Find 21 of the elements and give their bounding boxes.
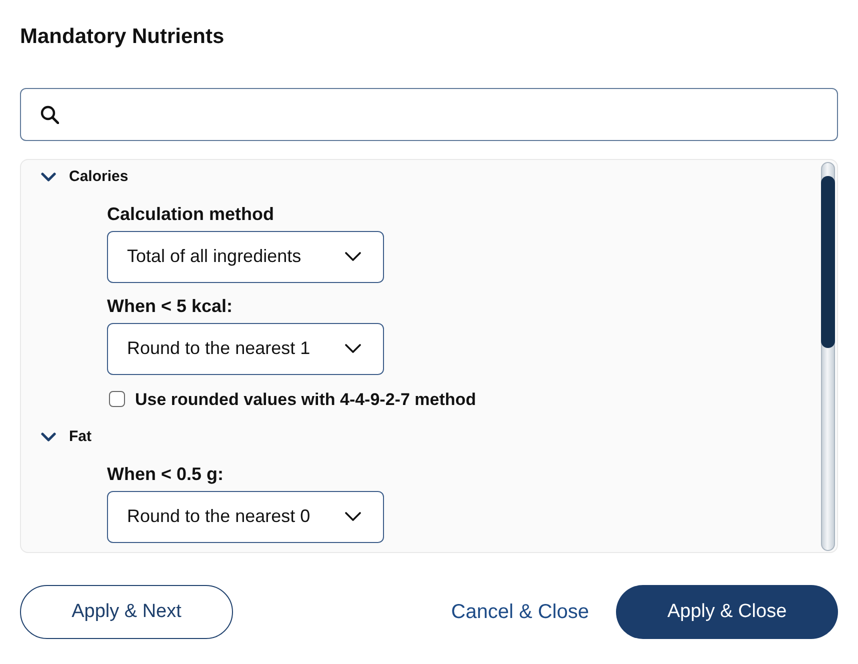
checkbox-label: Use rounded values with 4-4-9-2-7 method	[135, 388, 476, 410]
section-toggle[interactable]: Calories	[41, 164, 132, 190]
dropdown[interactable]: Round to the nearest 0	[107, 490, 384, 542]
cancel-close-link[interactable]: Cancel & Close	[451, 593, 589, 631]
field-label: When < 0.5 g:	[107, 462, 224, 484]
chevron-down-icon	[345, 252, 361, 261]
dropdown[interactable]: Round to the nearest 1	[107, 322, 384, 374]
scrollbar-track[interactable]	[821, 162, 835, 551]
search-field[interactable]	[20, 88, 838, 141]
checkbox[interactable]	[109, 391, 125, 408]
dialog-title: Mandatory Nutrients	[20, 24, 224, 50]
chevron-down-icon	[345, 344, 361, 353]
section-toggle[interactable]: Fat	[41, 424, 96, 450]
apply-next-button[interactable]: Apply & Next	[20, 585, 233, 639]
field-label: When < 5 kcal:	[107, 294, 233, 316]
field-label: Calculation method	[107, 202, 274, 224]
dropdown[interactable]: Total of all ingredients	[107, 230, 384, 282]
scrollbar-thumb[interactable]	[821, 176, 835, 348]
search-icon	[40, 105, 59, 124]
chevron-down-icon	[345, 512, 361, 521]
apply-close-button[interactable]: Apply & Close	[616, 585, 838, 639]
